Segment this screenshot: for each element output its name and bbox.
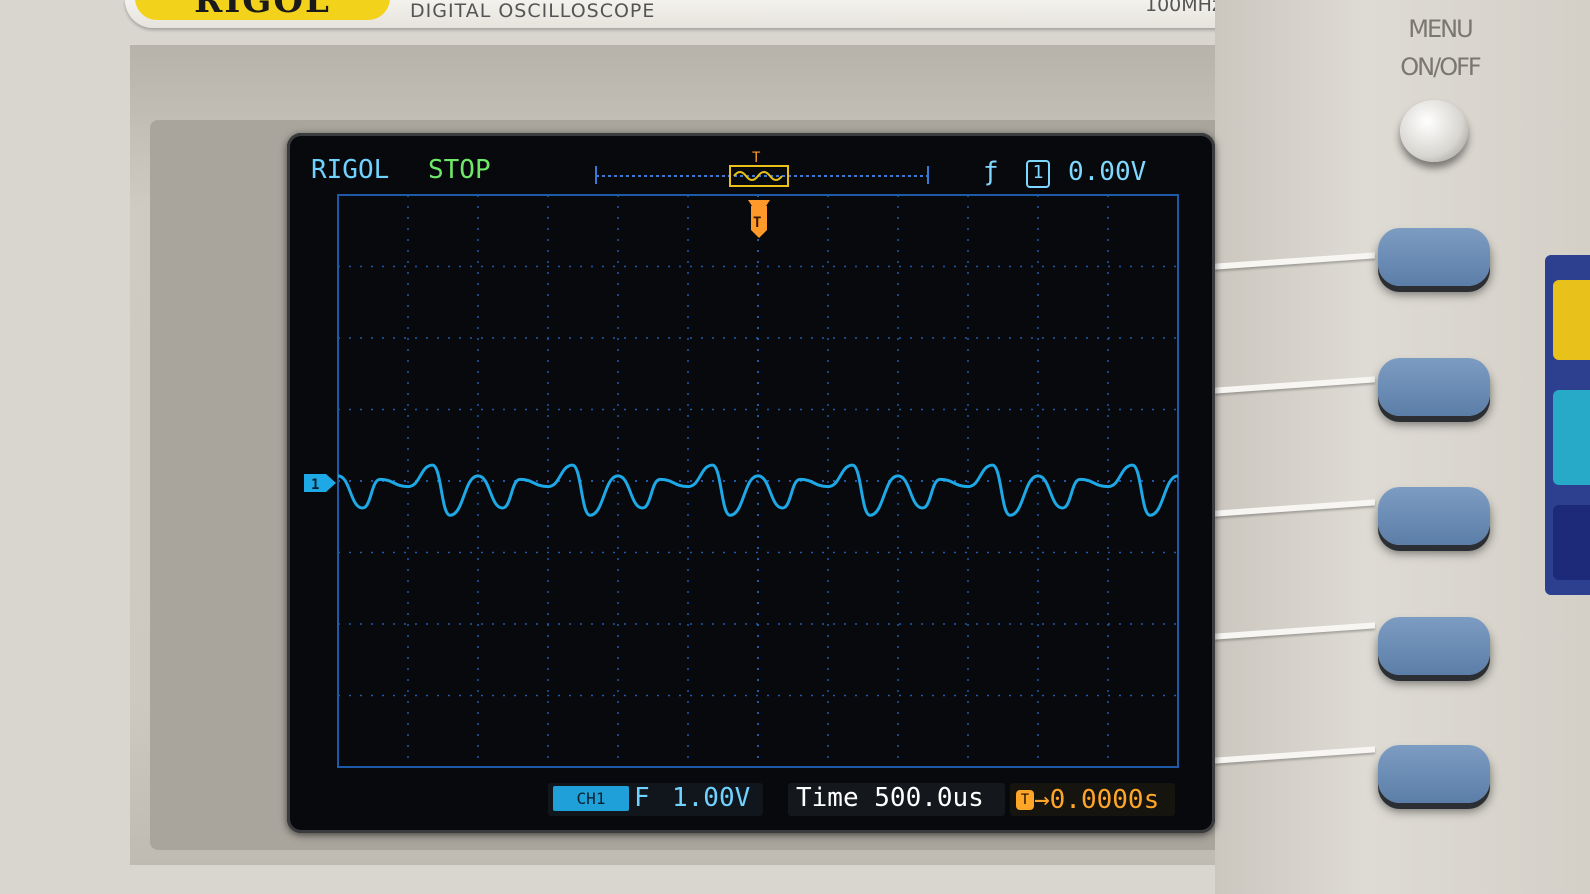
volts-per-div-value: 1.00V [672,783,751,813]
trigger-source-badge: 1 [1026,160,1050,188]
timebase-value: Time 500.0us [796,783,984,813]
channel-1-trace [337,463,1179,517]
channel-badge: CH1 [553,786,629,811]
trigger-position-marker: T [748,200,770,238]
screen-brand-label: RIGOL [311,155,390,185]
channel-ground-marker: 1 [304,474,336,493]
waveform-display: T T 1 [304,150,1179,768]
trigger-offset-value: →0.0000s [1034,785,1160,815]
trigger-offset-icon: T [1016,790,1034,810]
trigger-marker-label: T [753,215,761,231]
trigger-level-value: 0.00V [1068,157,1147,187]
coupling-indicator: F [634,783,650,813]
channel-marker-label: 1 [311,477,319,493]
rising-edge-icon: ƒ [983,157,999,187]
acquisition-status: STOP [428,155,491,185]
channel-1-ground-icon [304,474,336,492]
trigger-position-bar: T [595,150,929,187]
graticule-grid [337,194,1179,768]
trigger-top-mark: T [752,150,761,166]
